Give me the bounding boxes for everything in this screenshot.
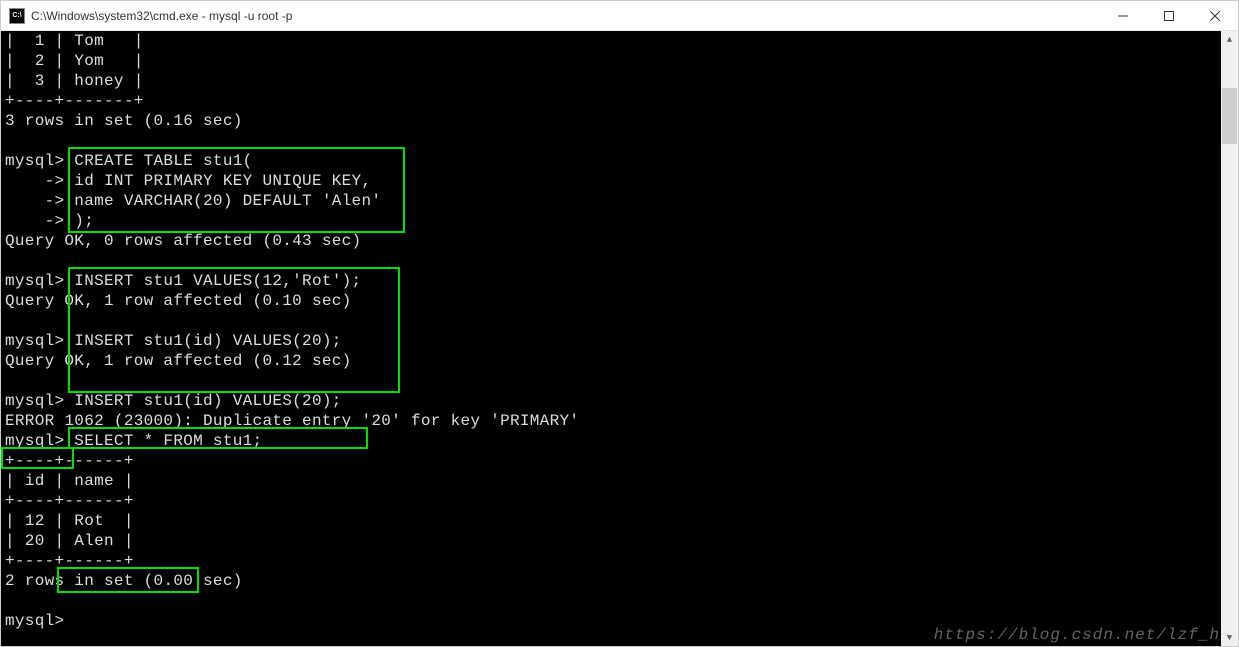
terminal-line: [5, 371, 1221, 391]
scroll-up-arrow[interactable]: ▲: [1221, 31, 1238, 48]
terminal-line: -> id INT PRIMARY KEY UNIQUE KEY,: [5, 171, 1221, 191]
close-button[interactable]: [1192, 1, 1238, 31]
scroll-track[interactable]: [1221, 48, 1238, 629]
terminal-line: [5, 131, 1221, 151]
terminal-line: +----+------+: [5, 451, 1221, 471]
terminal-line: | 3 | honey |: [5, 71, 1221, 91]
scroll-down-arrow[interactable]: ▼: [1221, 629, 1238, 646]
titlebar[interactable]: C:\ C:\Windows\system32\cmd.exe - mysql …: [1, 1, 1238, 31]
cmd-icon: C:\: [9, 8, 25, 24]
terminal-line: | id | name |: [5, 471, 1221, 491]
terminal-line: 2 rows in set (0.00 sec): [5, 571, 1221, 591]
terminal-line: mysql> INSERT stu1(id) VALUES(20);: [5, 331, 1221, 351]
terminal-line: Query OK, 1 row affected (0.10 sec): [5, 291, 1221, 311]
terminal-line: 3 rows in set (0.16 sec): [5, 111, 1221, 131]
terminal-line: mysql> INSERT stu1(id) VALUES(20);: [5, 391, 1221, 411]
content-area: | 1 | Tom || 2 | Yom || 3 | honey |+----…: [1, 31, 1238, 646]
terminal-line: | 2 | Yom |: [5, 51, 1221, 71]
terminal-line: +----+------+: [5, 551, 1221, 571]
cmd-window: C:\ C:\Windows\system32\cmd.exe - mysql …: [0, 0, 1239, 647]
terminal-line: | 12 | Rot |: [5, 511, 1221, 531]
terminal-line: mysql> INSERT stu1 VALUES(12,'Rot');: [5, 271, 1221, 291]
terminal-line: | 1 | Tom |: [5, 31, 1221, 51]
terminal-line: [5, 251, 1221, 271]
terminal-line: | 20 | Alen |: [5, 531, 1221, 551]
minimize-button[interactable]: [1100, 1, 1146, 31]
maximize-button[interactable]: [1146, 1, 1192, 31]
terminal-output[interactable]: | 1 | Tom || 2 | Yom || 3 | honey |+----…: [1, 31, 1221, 646]
terminal-line: +----+------+: [5, 491, 1221, 511]
window-controls: [1100, 1, 1238, 31]
terminal-line: Query OK, 1 row affected (0.12 sec): [5, 351, 1221, 371]
terminal-line: ERROR 1062 (23000): Duplicate entry '20'…: [5, 411, 1221, 431]
window-title: C:\Windows\system32\cmd.exe - mysql -u r…: [31, 9, 1100, 23]
terminal-line: [5, 591, 1221, 611]
terminal-line: mysql>: [5, 611, 1221, 631]
scroll-thumb[interactable]: [1222, 88, 1237, 144]
terminal-line: [5, 311, 1221, 331]
terminal-line: -> name VARCHAR(20) DEFAULT 'Alen': [5, 191, 1221, 211]
vertical-scrollbar[interactable]: ▲ ▼: [1221, 31, 1238, 646]
terminal-line: -> );: [5, 211, 1221, 231]
terminal-line: +----+-------+: [5, 91, 1221, 111]
terminal-line: mysql> CREATE TABLE stu1(: [5, 151, 1221, 171]
terminal-line: Query OK, 0 rows affected (0.43 sec): [5, 231, 1221, 251]
terminal-line: mysql> SELECT * FROM stu1;: [5, 431, 1221, 451]
